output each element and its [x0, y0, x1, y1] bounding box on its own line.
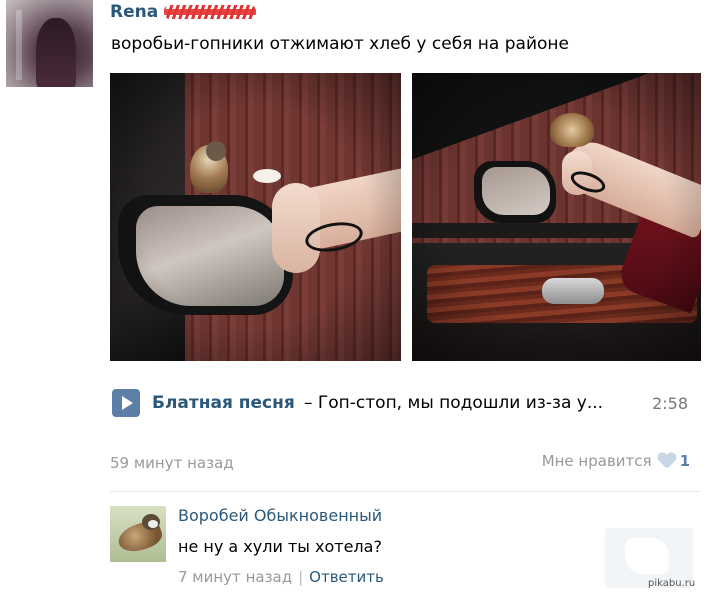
like-button[interactable]: Мне нравится 1 [542, 452, 690, 470]
like-label: Мне нравится [541, 452, 652, 470]
comment-avatar[interactable] [110, 506, 166, 562]
comment-timestamp[interactable]: 7 минут назад [178, 568, 292, 586]
heart-icon [658, 453, 676, 469]
comment-author[interactable]: Воробей Обыкновенный [178, 506, 382, 525]
redacted-surname-scribble [164, 5, 257, 19]
avatar-detail [16, 10, 22, 80]
post-author-name[interactable]: Rena [110, 2, 158, 22]
reply-link[interactable]: Ответить [309, 568, 384, 586]
comment-meta-separator: | [298, 568, 304, 586]
comment-text: не ну а хули ты хотела? [178, 537, 382, 556]
photo-vignette [412, 73, 701, 361]
audio-title[interactable]: – Гоп-стоп, мы подошли из-за у... [304, 393, 603, 413]
like-count: 1 [679, 452, 690, 470]
post-text: воробьи-гопники отжимают хлеб у себя на … [111, 34, 569, 54]
pikabu-watermark-text: pikabu.ru [648, 578, 696, 589]
play-icon[interactable] [112, 389, 140, 417]
post-timestamp[interactable]: 59 минут назад [110, 454, 234, 472]
post-author[interactable]: Rena [110, 2, 257, 22]
avatar-figure [36, 18, 76, 87]
divider [110, 491, 700, 492]
audio-artist-link[interactable]: Блатная песня [152, 393, 295, 413]
photo-vignette [110, 73, 401, 361]
post-photo-1[interactable] [110, 73, 401, 361]
audio-duration: 2:58 [652, 394, 688, 413]
post-photo-2[interactable] [412, 73, 701, 361]
author-avatar[interactable] [6, 0, 93, 87]
avatar-sparrow-cheek [148, 520, 158, 528]
audio-attachment: Блатная песня – Гоп-стоп, мы подошли из-… [112, 388, 692, 418]
comment-meta: 7 минут назад | Ответить [178, 568, 384, 586]
post-meta: 59 минут назад Мне нравится 1 [110, 452, 690, 476]
